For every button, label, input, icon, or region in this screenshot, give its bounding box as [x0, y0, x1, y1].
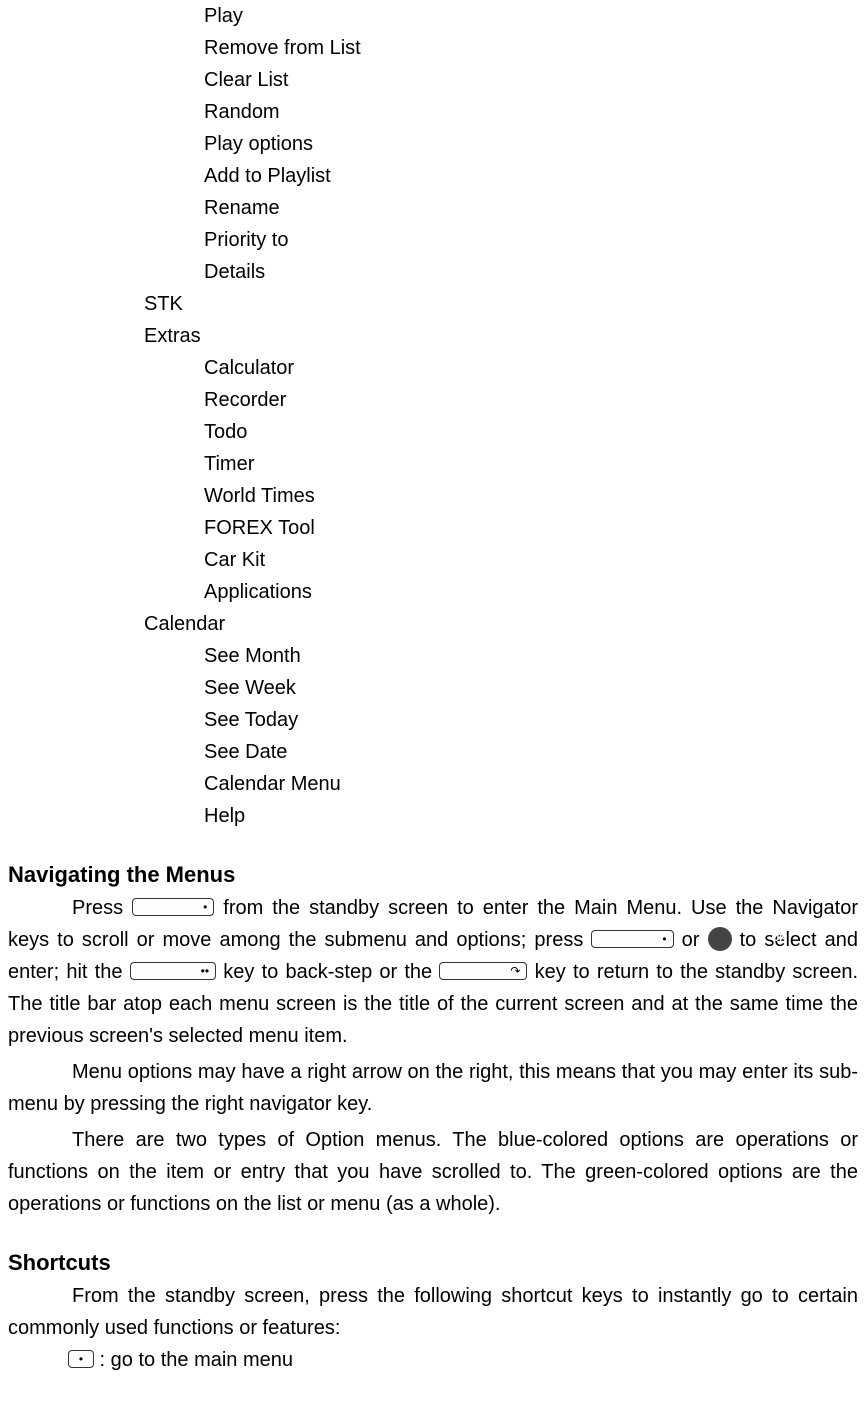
document-page: Play Remove from List Clear List Random …	[0, 0, 864, 1376]
menu-item: Timer	[4, 448, 860, 480]
menu-item: World Times	[4, 480, 860, 512]
softkey-twodot-icon: ••	[130, 962, 216, 980]
menu-tree: Play Remove from List Clear List Random …	[4, 0, 860, 832]
menu-item: Remove from List	[4, 32, 860, 64]
menu-item: FOREX Tool	[4, 512, 860, 544]
menu-item: Details	[4, 256, 860, 288]
paragraph-nav-1: Press • from the standby screen to enter…	[4, 892, 860, 1052]
menu-item: See Week	[4, 672, 860, 704]
menu-category-calendar: Calendar	[4, 608, 860, 640]
ok-key-icon: OK	[708, 927, 732, 951]
menu-item: Random	[4, 96, 860, 128]
shortcut-line-1: • : go to the main menu	[4, 1344, 860, 1376]
softkey-dot-icon: •	[591, 930, 673, 948]
text-fragment: : go to the main menu	[94, 1349, 293, 1371]
menu-item: See Month	[4, 640, 860, 672]
menu-item: Help	[4, 800, 860, 832]
menu-item: See Date	[4, 736, 860, 768]
text-fragment: key to back-step or the	[216, 961, 439, 983]
paragraph-shortcuts-1: From the standby screen, press the follo…	[4, 1280, 860, 1344]
menu-category-stk: STK	[4, 288, 860, 320]
text-fragment: Press	[72, 897, 132, 919]
menu-item: Play	[4, 0, 860, 32]
paragraph-nav-3: There are two types of Option menus. The…	[4, 1124, 860, 1220]
menu-item: Todo	[4, 416, 860, 448]
menu-item: Calculator	[4, 352, 860, 384]
menu-item: Rename	[4, 192, 860, 224]
menu-category-extras: Extras	[4, 320, 860, 352]
menu-item: Recorder	[4, 384, 860, 416]
end-key-icon: ↷	[439, 962, 527, 980]
text-fragment: or	[674, 929, 708, 951]
heading-shortcuts: Shortcuts	[4, 1250, 860, 1276]
softkey-dot-icon: •	[68, 1350, 94, 1368]
menu-item: Applications	[4, 576, 860, 608]
menu-item: Calendar Menu	[4, 768, 860, 800]
menu-item: Priority to	[4, 224, 860, 256]
menu-item: Play options	[4, 128, 860, 160]
menu-item: Add to Playlist	[4, 160, 860, 192]
menu-item: Car Kit	[4, 544, 860, 576]
heading-navigating: Navigating the Menus	[4, 862, 860, 888]
menu-item: Clear List	[4, 64, 860, 96]
softkey-dot-icon: •	[132, 898, 214, 916]
menu-item: See Today	[4, 704, 860, 736]
paragraph-nav-2: Menu options may have a right arrow on t…	[4, 1056, 860, 1120]
